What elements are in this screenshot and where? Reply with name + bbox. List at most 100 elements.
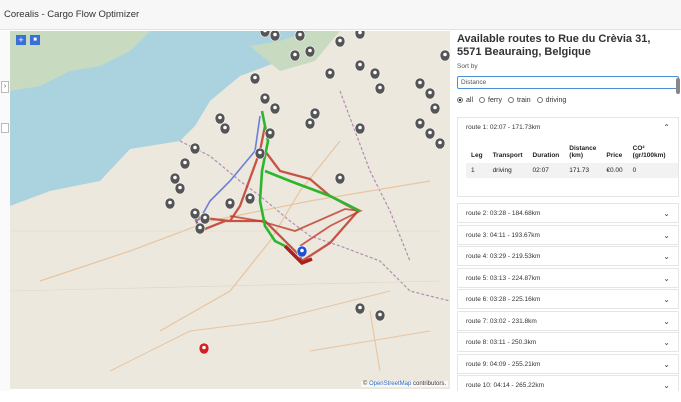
map-marker-icon-dot: [168, 200, 172, 205]
radio-icon[interactable]: [457, 97, 463, 104]
map-marker-icon-dot: [313, 110, 317, 115]
minor-road: [10, 230, 441, 292]
destination-marker-icon-dot: [300, 248, 304, 253]
filter-label: ferry: [488, 97, 503, 104]
table-row: 1 driving 02:07 171.73 €0.00 0: [466, 163, 678, 178]
map-marker-icon-dot: [338, 38, 342, 43]
route-line-green-2[interactable]: [264, 169, 361, 213]
sidebar-tab-button[interactable]: [1, 123, 9, 133]
route-accordion-header[interactable]: route 5: 03:13 - 224.87km ⌄: [457, 267, 679, 288]
map-marker-icon-dot: [433, 105, 437, 110]
map-marker-icon-dot: [173, 175, 177, 180]
route-accordion-header[interactable]: route 3: 04:11 - 193.67km ⌄: [457, 224, 679, 245]
map-marker-icon-dot: [418, 80, 422, 85]
openstreetmap-link[interactable]: OpenStreetMap: [369, 381, 411, 387]
radio-icon[interactable]: [536, 97, 543, 104]
chevron-down-icon[interactable]: ⌄: [663, 338, 670, 347]
route-label: route 3: 04:11 - 193.67km: [466, 231, 540, 239]
map-marker-icon-dot: [358, 62, 362, 67]
map-marker-icon-dot: [178, 185, 182, 190]
map-view[interactable]: + ■ © OpenStreetMap contributors.: [10, 31, 450, 389]
chevron-down-icon[interactable]: ⌄: [663, 209, 670, 218]
filter-driving[interactable]: driving: [536, 97, 570, 104]
route-label: route 5: 03:13 - 224.87km: [466, 274, 541, 282]
map-marker-icon-dot: [298, 32, 302, 37]
filter-label: all: [466, 97, 474, 104]
road: [109, 290, 391, 372]
map-marker-icon-dot: [293, 52, 297, 57]
table-header: Transport: [492, 152, 523, 159]
sort-select-value: Distance: [461, 79, 487, 86]
route-accordion-header[interactable]: route 4: 03:29 - 219.53km ⌄: [457, 246, 679, 266]
transport-filter-group: all ferry train driving: [457, 97, 572, 104]
map-attribution: © OpenStreetMap contributors.: [360, 381, 448, 387]
map-marker-icon-dot: [358, 305, 362, 310]
zoom-in-button[interactable]: +: [16, 35, 26, 45]
chevron-down-icon[interactable]: ⌄: [663, 252, 670, 261]
route-line-red-2[interactable]: [229, 208, 364, 247]
filter-all[interactable]: all: [457, 97, 476, 104]
route-accordion-header[interactable]: route 6: 03:28 - 225.16km ⌄: [457, 289, 679, 309]
routes-panel: Available routes to Rue du Crèvia 31, 55…: [452, 31, 681, 391]
radio-icon[interactable]: [479, 97, 486, 104]
table-header: Distance (km): [569, 145, 597, 159]
chevron-up-icon[interactable]: ⌃: [663, 123, 670, 132]
map-marker-icon-dot: [263, 95, 267, 100]
route-accordion-header[interactable]: route 9: 04:09 - 255.21km ⌄: [457, 353, 679, 374]
radio-icon[interactable]: [508, 97, 515, 104]
route-details: Leg Transport Duration Distance (km) Price CO…: [457, 137, 679, 197]
table-cell: 171.73: [564, 163, 602, 178]
square-icon: ■: [33, 37, 37, 43]
map-marker-icon-dot: [438, 140, 442, 145]
route-accordion-header-expanded[interactable]: route 1: 02:07 - 171.73km ⌃: [457, 117, 679, 137]
map-marker-icon-dot: [203, 215, 207, 220]
chevron-down-icon[interactable]: ⌄: [663, 231, 670, 240]
map-marker-icon-dot: [218, 115, 222, 120]
scrollbar[interactable]: [676, 78, 680, 94]
filter-train[interactable]: train: [508, 97, 534, 104]
sidebar-toggle-button[interactable]: ›: [1, 81, 9, 93]
route-label: route 10: 04:14 - 265.22km: [466, 382, 545, 389]
map-marker-icon-dot: [328, 70, 332, 75]
route-label: route 2: 03:28 - 184.68km: [466, 210, 541, 217]
chevron-down-icon[interactable]: ⌄: [663, 317, 670, 326]
map-marker-icon-dot: [308, 120, 312, 125]
chevron-down-icon[interactable]: ⌄: [663, 381, 670, 390]
map-marker-icon-dot: [183, 160, 187, 165]
table-cell: driving: [487, 163, 528, 178]
table-cell: €0.00: [601, 163, 628, 178]
map-marker-icon-dot: [273, 105, 277, 110]
table-cell: 02:07: [527, 163, 565, 178]
map-marker-icon-dot: [228, 200, 232, 205]
filter-ferry[interactable]: ferry: [479, 97, 505, 104]
app-title: Corealis - Cargo Flow Optimizer: [4, 9, 140, 20]
map-marker-icon-dot: [268, 130, 272, 135]
road: [159, 140, 341, 332]
map-marker-icon-dot: [358, 125, 362, 130]
map-marker-icon-dot: [373, 70, 377, 75]
filter-label: driving: [545, 97, 567, 104]
table-header: Leg: [471, 152, 483, 159]
fullscreen-button[interactable]: ■: [30, 35, 40, 45]
map-marker-icon-dot: [428, 130, 432, 135]
route-legs-table: Leg Transport Duration Distance (km) Price CO…: [466, 143, 678, 178]
border-line-east: [339, 90, 411, 262]
route-accordion-header[interactable]: route 8: 03:11 - 250.3km ⌄: [457, 332, 679, 352]
panel-title: Available routes to Rue du Crèvia 31, 55…: [457, 33, 651, 58]
chevron-down-icon[interactable]: ⌄: [663, 295, 670, 304]
table-cell: 0: [627, 163, 678, 178]
origin-marker-icon-dot: [202, 345, 206, 350]
sort-select[interactable]: Distance: [457, 76, 679, 89]
filter-label: train: [517, 97, 531, 104]
left-sidebar-strip: ›: [0, 31, 10, 391]
chevron-down-icon[interactable]: ⌄: [663, 360, 670, 369]
chevron-down-icon[interactable]: ⌄: [663, 274, 670, 283]
map-canvas[interactable]: [10, 31, 450, 389]
map-marker-icon-dot: [198, 225, 202, 230]
table-header: CO² (gr/100km): [632, 145, 666, 159]
map-marker-icon-dot: [248, 195, 252, 200]
route-accordion-header[interactable]: route 7: 03:02 - 231.8km ⌄: [457, 310, 679, 331]
sort-label: Sort by: [457, 63, 478, 70]
route-accordion-header[interactable]: route 2: 03:28 - 184.68km ⌄: [457, 203, 679, 223]
route-accordion-header[interactable]: route 10: 04:14 - 265.22km ⌄: [457, 375, 679, 391]
